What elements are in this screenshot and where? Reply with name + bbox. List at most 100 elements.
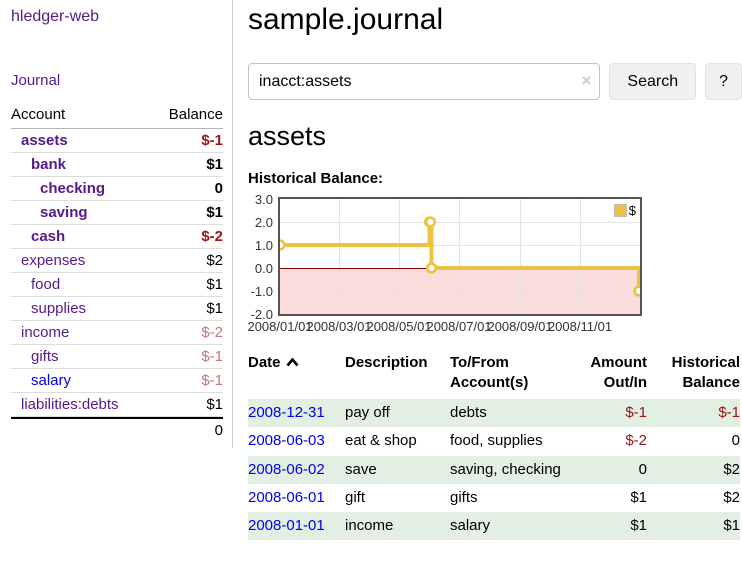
account-link[interactable]: saving bbox=[40, 204, 88, 221]
account-link[interactable]: assets bbox=[21, 132, 68, 149]
legend-swatch bbox=[614, 204, 627, 217]
account-row: saving $1 bbox=[11, 201, 223, 225]
balance-series bbox=[280, 199, 640, 314]
legend-label: $ bbox=[629, 203, 636, 218]
register-date-link[interactable]: 2008-12-31 bbox=[248, 404, 325, 421]
account-balance: $-2 bbox=[201, 324, 223, 341]
chart-row: 3.02.01.00.0-1.0-2.0 $ bbox=[248, 197, 742, 316]
register-date-link[interactable]: 2008-06-01 bbox=[248, 489, 325, 506]
accounts-table-rows: assets $-1 bank $1 checking 0 saving $1 … bbox=[11, 129, 223, 417]
account-row: income $-2 bbox=[11, 321, 223, 345]
account-balance: 0 bbox=[215, 180, 223, 197]
register-date-link[interactable]: 2008-06-03 bbox=[248, 432, 325, 449]
account-row: salary $-1 bbox=[11, 369, 223, 393]
register-amount: $1 bbox=[562, 484, 647, 512]
register-date-link[interactable]: 2008-06-02 bbox=[248, 461, 325, 478]
account-balance: $1 bbox=[206, 396, 223, 413]
search-input-wrap: × bbox=[248, 63, 600, 100]
account-link[interactable]: expenses bbox=[21, 252, 85, 269]
account-balance: $1 bbox=[206, 204, 223, 221]
account-balance: $2 bbox=[206, 252, 223, 269]
account-row: bank $1 bbox=[11, 153, 223, 177]
register-amount: $-1 bbox=[562, 399, 647, 427]
account-link[interactable]: bank bbox=[31, 156, 66, 173]
account-row: expenses $2 bbox=[11, 249, 223, 273]
account-link[interactable]: income bbox=[21, 324, 69, 341]
account-link[interactable]: salary bbox=[31, 372, 71, 389]
account-row: gifts $-1 bbox=[11, 345, 223, 369]
register-amount: 0 bbox=[562, 456, 647, 484]
accounts-total: 0 bbox=[11, 417, 223, 442]
register-header-amount: Amount Out/In bbox=[562, 353, 647, 399]
register-balance: $2 bbox=[647, 456, 740, 484]
account-balance: $-2 bbox=[201, 228, 223, 245]
register-accounts: food, supplies bbox=[450, 427, 562, 455]
account-link[interactable]: supplies bbox=[31, 300, 86, 317]
register-balance: $-1 bbox=[647, 399, 740, 427]
register-row: 2008-06-02 save saving, checking 0 $2 bbox=[248, 456, 740, 484]
register-header-description: Description bbox=[345, 353, 450, 399]
x-tick-label: 2008/09/01 bbox=[487, 319, 552, 334]
historical-balance-label: Historical Balance: bbox=[248, 170, 742, 187]
app-title-link[interactable]: hledger-web bbox=[11, 8, 99, 26]
register-row: 2008-06-01 gift gifts $1 $2 bbox=[248, 484, 740, 512]
data-point-marker bbox=[427, 264, 436, 273]
chart-legend: $ bbox=[614, 203, 636, 218]
account-row: supplies $1 bbox=[11, 297, 223, 321]
accounts-header-account: Account bbox=[11, 106, 65, 123]
main-content: sample.journal × Search ? assets Histori… bbox=[233, 0, 742, 540]
search-button[interactable]: Search bbox=[609, 63, 696, 100]
register-header-row: Date Description To/From Account(s) Amou… bbox=[248, 353, 740, 399]
x-tick-label: 2008/01/01 bbox=[247, 319, 312, 334]
register-table: Date Description To/From Account(s) Amou… bbox=[248, 353, 740, 540]
account-link[interactable]: checking bbox=[40, 180, 105, 197]
sidebar: hledger-web Journal Account Balance asse… bbox=[0, 0, 233, 448]
x-tick-label: 2008/07/01 bbox=[426, 319, 491, 334]
sort-ascending-icon bbox=[286, 358, 299, 367]
register-balance: $2 bbox=[647, 484, 740, 512]
register-row: 2008-01-01 income salary $1 $1 bbox=[248, 512, 740, 540]
register-accounts: debts bbox=[450, 399, 562, 427]
clear-search-icon[interactable]: × bbox=[581, 72, 591, 89]
search-form: × Search ? bbox=[248, 63, 742, 100]
register-accounts: gifts bbox=[450, 484, 562, 512]
search-input[interactable] bbox=[248, 63, 600, 100]
accounts-table-header: Account Balance bbox=[11, 106, 223, 129]
register-header-date[interactable]: Date bbox=[248, 353, 345, 399]
account-balance: $-1 bbox=[201, 348, 223, 365]
x-tick-label: 2008/05/01 bbox=[366, 319, 431, 334]
account-link[interactable]: cash bbox=[31, 228, 65, 245]
page-title: sample.journal bbox=[248, 3, 742, 37]
chart-y-axis: 3.02.01.00.0-1.0-2.0 bbox=[248, 197, 278, 316]
account-heading: assets bbox=[248, 121, 742, 152]
register-header-balance: Historical Balance bbox=[647, 353, 740, 399]
account-balance: $1 bbox=[206, 156, 223, 173]
register-description: save bbox=[345, 456, 450, 484]
y-tick-label: 0.0 bbox=[255, 261, 273, 276]
accounts-table: Account Balance assets $-1 bank $1 check… bbox=[11, 106, 223, 442]
x-tick-label: 2008/11/01 bbox=[548, 319, 612, 334]
register-row: 2008-06-03 eat & shop food, supplies $-2… bbox=[248, 427, 740, 455]
register-date-link[interactable]: 2008-01-01 bbox=[248, 517, 325, 534]
account-row: checking 0 bbox=[11, 177, 223, 201]
register-accounts: saving, checking bbox=[450, 456, 562, 484]
x-tick-label: 2008/03/01 bbox=[306, 319, 371, 334]
sidebar-item-journal[interactable]: Journal bbox=[11, 72, 226, 89]
register-amount: $-2 bbox=[562, 427, 647, 455]
account-balance: $-1 bbox=[201, 372, 223, 389]
help-button[interactable]: ? bbox=[705, 63, 742, 100]
register-description: income bbox=[345, 512, 450, 540]
account-balance: $1 bbox=[206, 300, 223, 317]
data-point-marker bbox=[635, 287, 640, 296]
y-tick-label: -1.0 bbox=[251, 284, 273, 299]
account-link[interactable]: liabilities:debts bbox=[21, 396, 119, 413]
register-description: eat & shop bbox=[345, 427, 450, 455]
chart-plot: $ bbox=[278, 197, 642, 316]
account-link[interactable]: food bbox=[31, 276, 60, 293]
account-link[interactable]: gifts bbox=[31, 348, 59, 365]
account-balance: $-1 bbox=[201, 132, 223, 149]
register-header-date-label: Date bbox=[248, 354, 281, 371]
account-row: cash $-2 bbox=[11, 225, 223, 249]
data-point-marker bbox=[280, 241, 284, 250]
account-balance: $1 bbox=[206, 276, 223, 293]
